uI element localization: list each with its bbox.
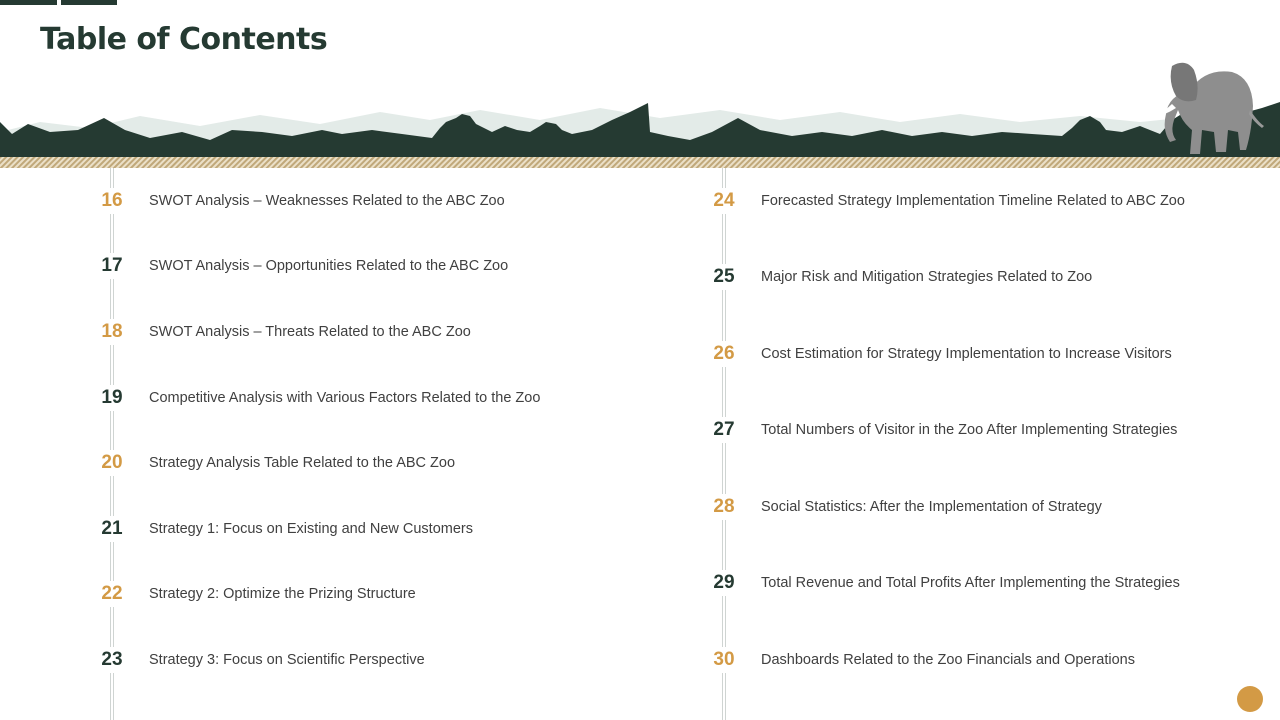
toc-number: 17	[90, 253, 134, 279]
toc-label: SWOT Analysis – Weaknesses Related to th…	[149, 193, 505, 209]
savanna-banner	[0, 62, 1280, 168]
toc-number: 19	[90, 385, 134, 411]
toc-number: 30	[702, 647, 746, 673]
toc-label: Strategy 1: Focus on Existing and New Cu…	[149, 521, 473, 537]
top-accent-bar	[61, 0, 117, 5]
toc-label: Strategy 3: Focus on Scientific Perspect…	[149, 652, 425, 668]
toc-number: 21	[90, 516, 134, 542]
toc-label: Forecasted Strategy Implementation Timel…	[761, 193, 1185, 209]
page-indicator-dot	[1237, 686, 1263, 712]
toc-label: Social Statistics: After the Implementat…	[761, 499, 1102, 515]
toc-label: Total Revenue and Total Profits After Im…	[761, 575, 1180, 591]
toc-label: Major Risk and Mitigation Strategies Rel…	[761, 269, 1093, 285]
toc-label: SWOT Analysis – Opportunities Related to…	[149, 258, 509, 274]
toc-item[interactable]: 21 Strategy 1: Focus on Existing and New…	[90, 514, 473, 544]
toc-label: Strategy 2: Optimize the Prizing Structu…	[149, 586, 416, 602]
toc-item[interactable]: 23 Strategy 3: Focus on Scientific Persp…	[90, 645, 425, 675]
toc-label: SWOT Analysis – Threats Related to the A…	[149, 324, 471, 340]
toc-number: 27	[702, 417, 746, 443]
toc-item[interactable]: 24 Forecasted Strategy Implementation Ti…	[702, 186, 1185, 216]
top-accent-bar	[0, 0, 57, 5]
toc-item[interactable]: 28 Social Statistics: After the Implemen…	[702, 492, 1102, 522]
toc-item[interactable]: 16 SWOT Analysis – Weaknesses Related to…	[90, 186, 505, 216]
toc-number: 29	[702, 570, 746, 596]
toc-item[interactable]: 30 Dashboards Related to the Zoo Financi…	[702, 645, 1135, 675]
toc-number: 25	[702, 264, 746, 290]
toc-number: 20	[90, 450, 134, 476]
toc-item[interactable]: 25 Major Risk and Mitigation Strategies …	[702, 262, 1092, 292]
toc-number: 28	[702, 494, 746, 520]
toc-item[interactable]: 29 Total Revenue and Total Profits After…	[702, 568, 1180, 598]
toc-item[interactable]: 26 Cost Estimation for Strategy Implemen…	[702, 339, 1172, 369]
toc-label: Competitive Analysis with Various Factor…	[149, 390, 541, 406]
toc-number: 26	[702, 341, 746, 367]
toc-item[interactable]: 19 Competitive Analysis with Various Fac…	[90, 383, 540, 413]
toc-label: Cost Estimation for Strategy Implementat…	[761, 346, 1172, 362]
top-accent-bars	[0, 0, 120, 5]
toc-number: 16	[90, 188, 134, 214]
toc-label: Strategy Analysis Table Related to the A…	[149, 455, 456, 471]
toc-item[interactable]: 20 Strategy Analysis Table Related to th…	[90, 448, 455, 478]
toc-item[interactable]: 18 SWOT Analysis – Threats Related to th…	[90, 317, 471, 347]
toc-item[interactable]: 17 SWOT Analysis – Opportunities Related…	[90, 251, 508, 281]
toc-label: Dashboards Related to the Zoo Financials…	[761, 652, 1135, 668]
toc-number: 23	[90, 647, 134, 673]
toc-label: Total Numbers of Visitor in the Zoo Afte…	[761, 422, 1178, 438]
toc-item[interactable]: 27 Total Numbers of Visitor in the Zoo A…	[702, 415, 1177, 445]
toc-number: 18	[90, 319, 134, 345]
toc-number: 24	[702, 188, 746, 214]
toc-item[interactable]: 22 Strategy 2: Optimize the Prizing Stru…	[90, 579, 416, 609]
toc-number: 22	[90, 581, 134, 607]
page-title: Table of Contents	[40, 22, 328, 57]
ground-stripe-band	[0, 157, 1280, 168]
